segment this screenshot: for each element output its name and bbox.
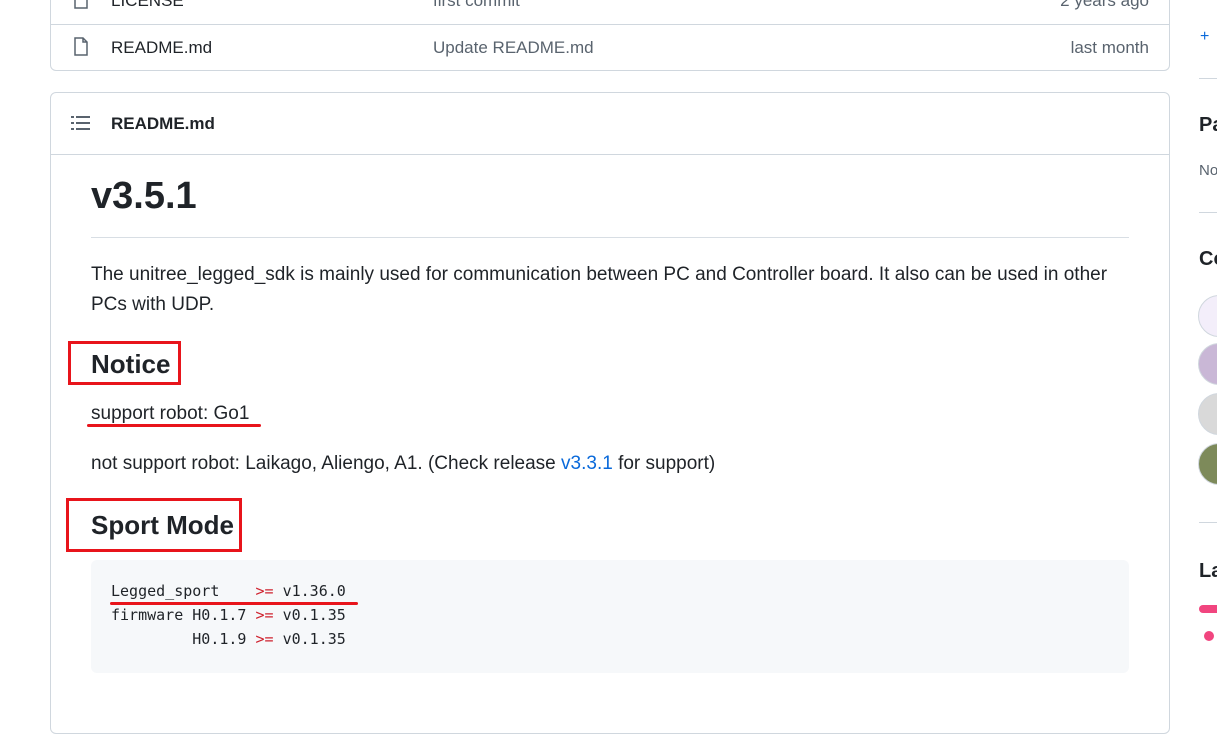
readme-panel: README.md v3.5.1 The unitree_legged_sdk … [50, 92, 1170, 734]
support-line: support robot: Go1 [91, 403, 250, 424]
code-text: v0.1.35 [273, 630, 346, 648]
code-operator: >= [255, 606, 274, 624]
sidebar-empty-text: No [1199, 162, 1217, 179]
avatar[interactable] [1198, 443, 1217, 485]
commit-message[interactable]: first commit [433, 0, 520, 11]
sidebar-divider [1199, 78, 1217, 79]
file-name[interactable]: LICENSE [111, 0, 184, 11]
not-support-suffix: for support) [612, 453, 716, 474]
language-bar [1199, 605, 1217, 613]
sidebar-divider [1199, 522, 1217, 523]
avatar[interactable] [1198, 343, 1217, 385]
not-support-prefix: not support robot: Laikago, Aliengo, A1.… [91, 453, 562, 474]
file-name[interactable]: README.md [111, 38, 212, 58]
code-text: H0.1.9 [111, 630, 256, 648]
commit-date: last month [1070, 37, 1149, 57]
commit-message[interactable]: Update README.md [433, 38, 594, 58]
right-sidebar: + Pa No Co La [1176, 0, 1217, 712]
outline-list-icon[interactable] [71, 115, 91, 131]
file-row-readme[interactable]: README.md Update README.md last month [51, 24, 1169, 70]
code-text: Legged_sport [111, 582, 256, 600]
language-dot [1204, 631, 1214, 641]
intro-paragraph: The unitree_legged_sdk is mainly used fo… [91, 264, 1108, 315]
file-icon [74, 37, 88, 56]
sidebar-divider [1199, 212, 1217, 213]
code-operator: >= [255, 582, 274, 600]
not-support-line: not support robot: Laikago, Aliengo, A1.… [91, 453, 715, 475]
sidebar-heading-packages[interactable]: Pa [1199, 114, 1217, 137]
file-list: LICENSE first commit 2 years ago README.… [50, 0, 1170, 71]
avatar[interactable] [1198, 295, 1217, 337]
code-line: firmware H0.1.7 >= v0.1.35 [111, 606, 346, 624]
code-text: v1.36.0 [273, 582, 346, 600]
annotation-box-notice [68, 341, 181, 385]
code-text: v0.1.35 [273, 606, 346, 624]
code-block[interactable]: Legged_sport >= v1.36.0 firmware H0.1.7 … [91, 560, 1129, 673]
file-icon [74, 0, 88, 9]
plus-icon[interactable]: + [1200, 28, 1209, 46]
annotation-underline-support [87, 424, 261, 427]
commit-date: 2 years ago [1060, 0, 1149, 10]
readme-header: README.md [51, 93, 1169, 155]
code-operator: >= [255, 630, 274, 648]
sidebar-heading-languages[interactable]: La [1199, 560, 1217, 583]
heading-divider [91, 237, 1129, 238]
sidebar-heading-contributors[interactable]: Co [1199, 248, 1217, 271]
file-row-license[interactable]: LICENSE first commit 2 years ago [51, 0, 1169, 23]
readme-title[interactable]: README.md [111, 114, 215, 134]
annotation-underline-legged-sport [110, 602, 358, 605]
code-line: H0.1.9 >= v0.1.35 [111, 630, 346, 648]
avatar[interactable] [1198, 393, 1217, 435]
release-link[interactable]: v3.3.1 [561, 453, 613, 474]
code-text: firmware H0.1.7 [111, 606, 256, 624]
annotation-box-sport-mode [66, 498, 242, 552]
version-heading: v3.5.1 [91, 175, 197, 217]
code-line: Legged_sport >= v1.36.0 [111, 582, 346, 600]
